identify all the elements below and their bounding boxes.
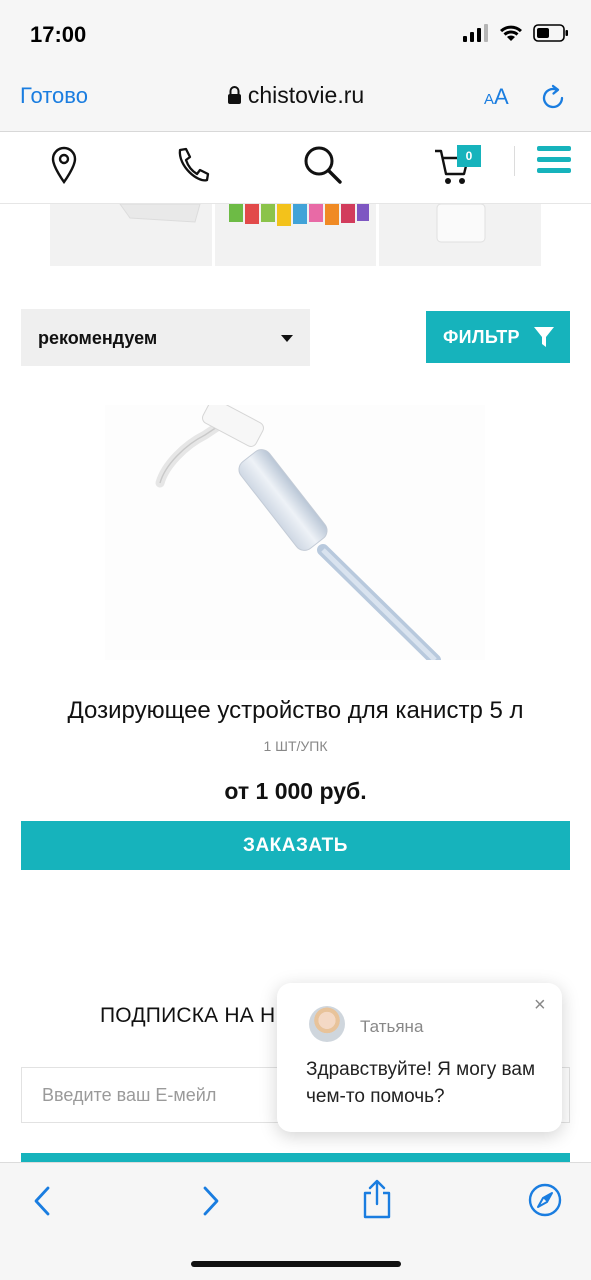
nav-divider (514, 146, 515, 176)
compass-icon[interactable] (528, 1183, 562, 1217)
text-size-button[interactable]: AA (484, 84, 509, 110)
cart-count-badge: 0 (457, 145, 481, 167)
lock-icon (227, 86, 241, 104)
product-canister-image (436, 204, 486, 243)
back-icon[interactable] (32, 1185, 52, 1217)
category-thumb-3[interactable] (379, 204, 542, 266)
phone-icon[interactable] (174, 146, 210, 184)
battery-icon (533, 24, 568, 42)
status-bar: 17:00 (0, 0, 591, 66)
share-icon[interactable] (361, 1179, 393, 1219)
site-nav (0, 132, 591, 204)
category-thumbnails (50, 204, 542, 266)
category-thumb-2[interactable] (214, 204, 377, 266)
sort-select[interactable]: рекомендуем (21, 309, 310, 366)
chat-agent-name: Татьяна (360, 1017, 424, 1036)
text-size-large: A (494, 84, 509, 109)
sort-selected-value: рекомендуем (38, 328, 158, 348)
reload-icon[interactable] (539, 84, 567, 112)
status-time: 17:00 (30, 22, 87, 47)
product-image[interactable] (105, 399, 485, 666)
menu-icon[interactable] (537, 144, 571, 176)
location-pin-icon[interactable] (50, 146, 78, 184)
product-pad-image (119, 204, 201, 223)
product-price: от 1 000 руб. (224, 778, 367, 804)
domain-text: chistovie.ru (247, 82, 365, 108)
close-icon[interactable]: × (534, 994, 546, 1017)
text-size-small: A (484, 91, 495, 108)
funnel-icon (534, 327, 554, 347)
chat-message: Здравствуйте! Я могу вам чем-то помочь? (306, 1059, 536, 1107)
subscribe-title: ПОДПИСКА НА Н (100, 1004, 276, 1027)
search-icon[interactable] (302, 144, 344, 186)
avatar (309, 1006, 345, 1042)
order-button[interactable]: ЗАКАЗАТЬ (21, 821, 570, 870)
dispenser-pump-image (155, 399, 441, 666)
product-unit: 1 ШТ/УПК (263, 738, 328, 754)
wifi-icon (500, 25, 522, 41)
product-name[interactable]: Дозирующее устройство для канистр 5 л (0, 697, 591, 725)
forward-icon[interactable] (201, 1185, 221, 1217)
home-indicator (191, 1261, 401, 1267)
browser-url-bar: Готово chistovie.ru AA (0, 66, 591, 132)
chat-popup[interactable]: Татьяна × Здравствуйте! Я могу вам чем-т… (277, 983, 562, 1132)
filter-button[interactable]: ФИЛЬТР (426, 311, 570, 363)
product-bottles-image (228, 204, 369, 226)
status-icons (463, 24, 569, 42)
signal-icon (463, 24, 488, 42)
caret-down-icon (281, 335, 293, 342)
filter-label: ФИЛЬТР (443, 327, 520, 347)
category-thumb-1[interactable] (50, 204, 212, 266)
